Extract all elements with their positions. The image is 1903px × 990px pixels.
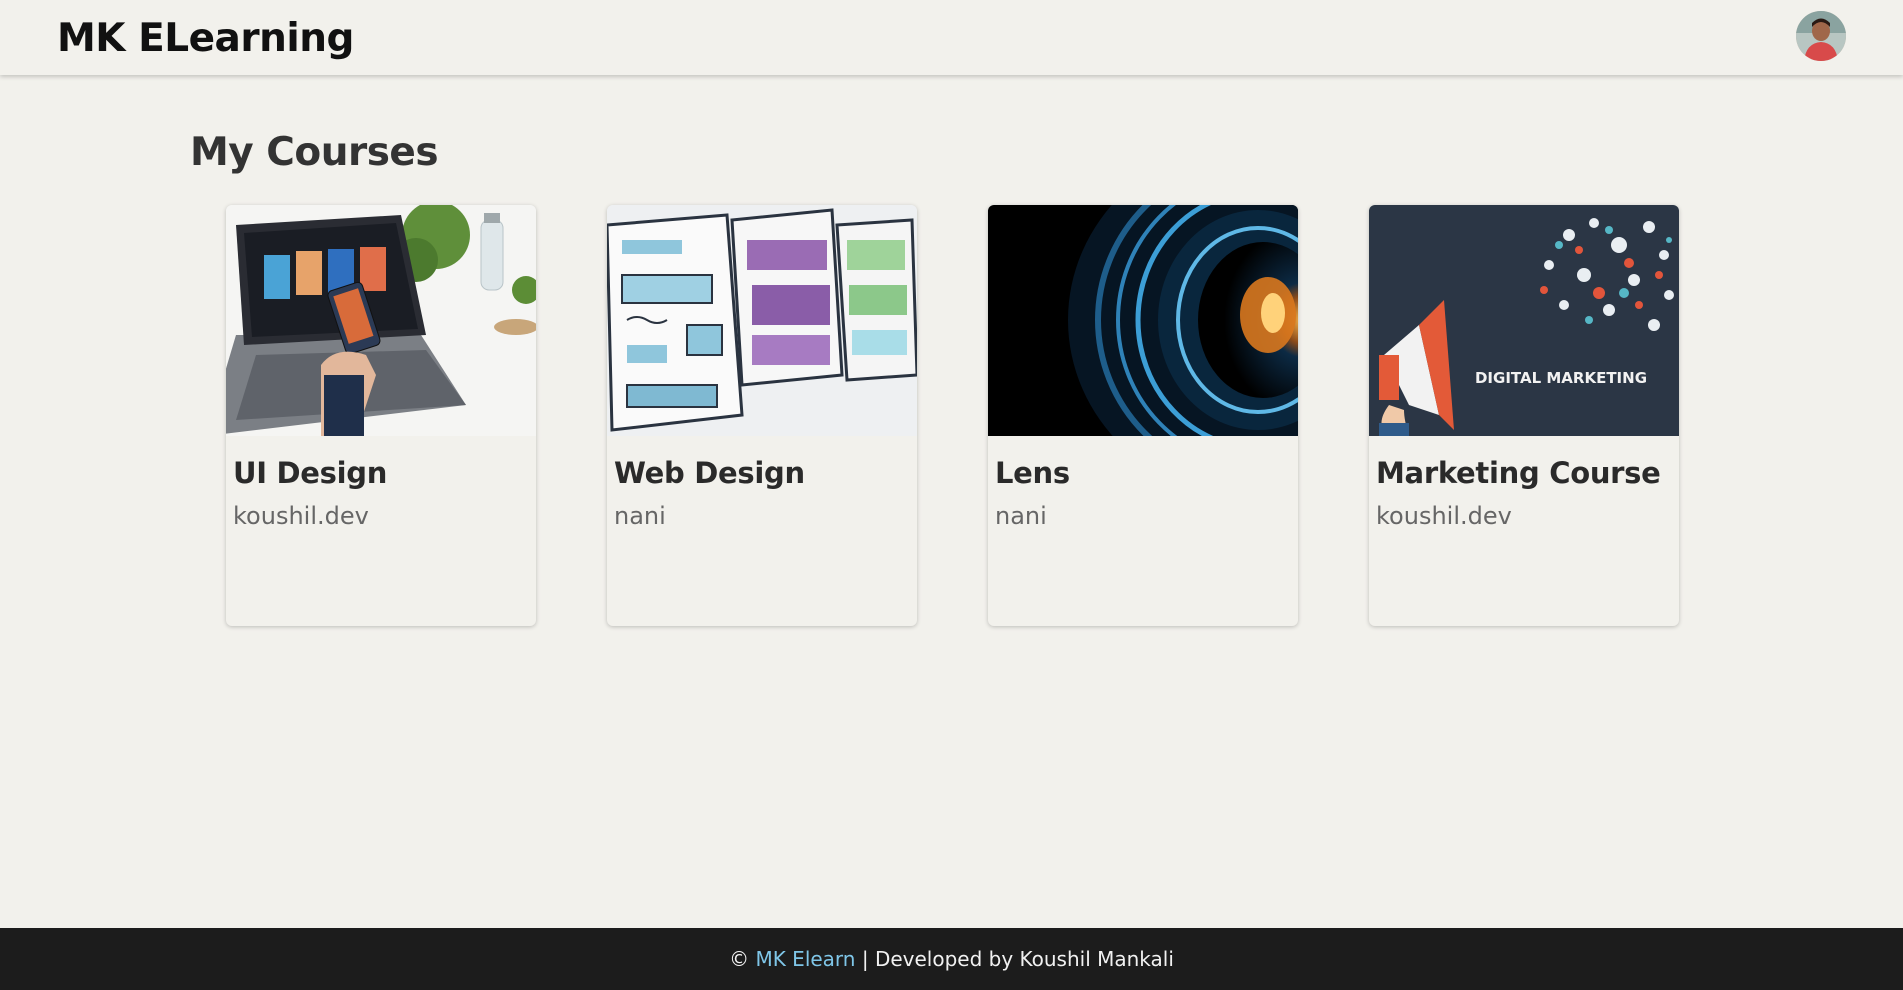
course-title: Lens: [995, 456, 1070, 490]
course-card-lens[interactable]: Lens nani: [988, 205, 1298, 626]
copyright-symbol: ©: [729, 947, 750, 971]
page-title: My Courses: [190, 130, 439, 175]
avatar-image: [1796, 11, 1846, 61]
brand-logo-text[interactable]: MK ELearning: [57, 16, 354, 61]
course-thumbnail: DIGITAL MARKETING: [1369, 205, 1679, 436]
course-card-marketing[interactable]: DIGITAL MARKETING Marketing Course koush…: [1369, 205, 1679, 626]
course-author: koushil.dev: [1376, 502, 1512, 530]
course-card-ui-design[interactable]: UI Design koushil.dev: [226, 205, 536, 626]
course-title: Web Design: [614, 456, 805, 490]
course-thumbnail: [988, 205, 1298, 436]
footer-brand-link[interactable]: MK Elearn: [755, 947, 855, 971]
course-thumbnail: [226, 205, 536, 436]
footer: © MK Elearn | Developed by Koushil Manka…: [0, 928, 1903, 990]
course-title: UI Design: [233, 456, 388, 490]
course-grid: UI Design koushil.dev Web Design nani Le…: [226, 205, 1679, 626]
footer-credit-text: | Developed by Koushil Mankali: [855, 947, 1174, 971]
course-card-web-design[interactable]: Web Design nani: [607, 205, 917, 626]
thumbnail-caption: DIGITAL MARKETING: [1475, 369, 1647, 387]
course-author: nani: [614, 502, 666, 530]
course-author: koushil.dev: [233, 502, 369, 530]
course-thumbnail: [607, 205, 917, 436]
top-navbar: MK ELearning: [0, 0, 1903, 75]
course-author: nani: [995, 502, 1047, 530]
course-title: Marketing Course: [1376, 456, 1661, 490]
user-avatar[interactable]: [1796, 11, 1846, 61]
